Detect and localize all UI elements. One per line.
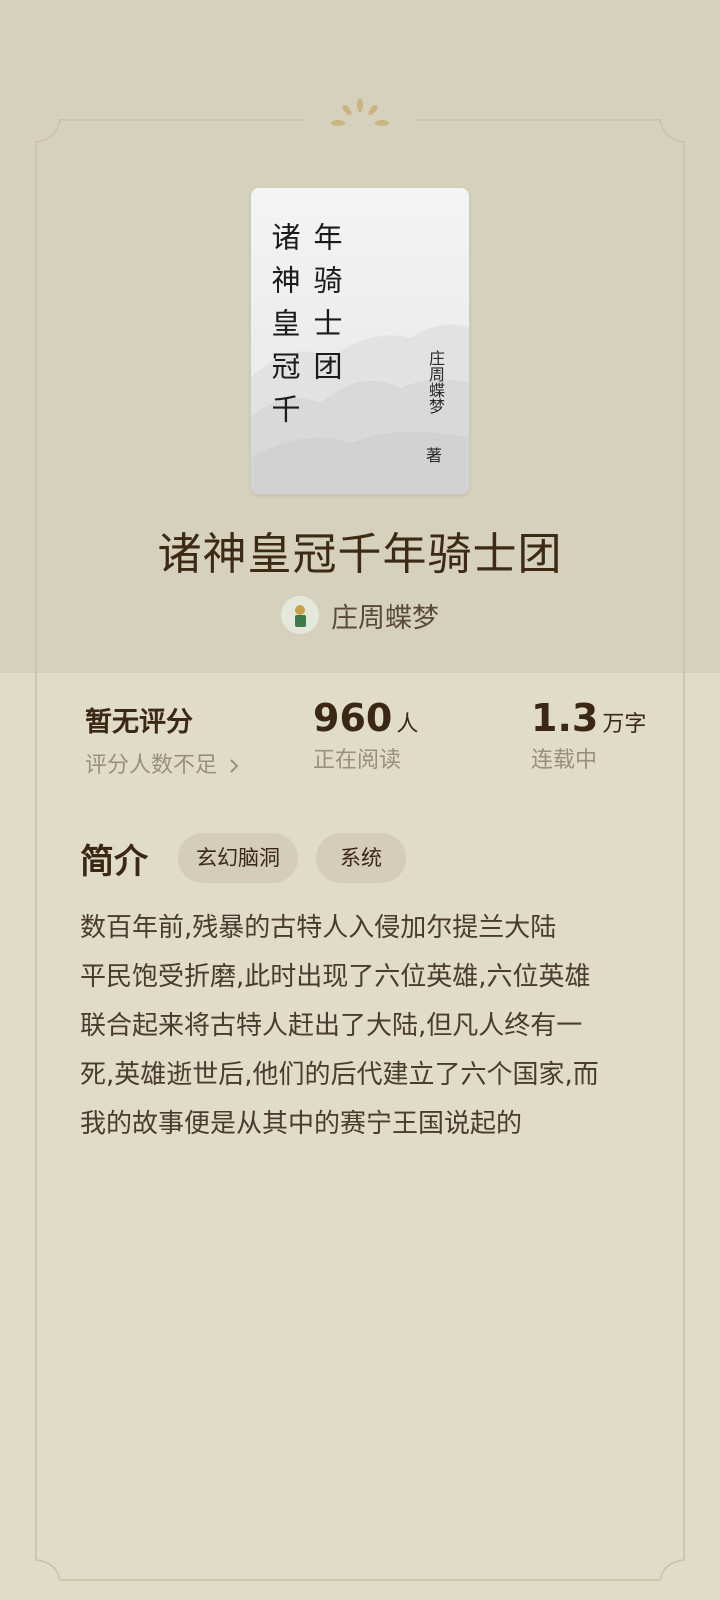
cover-author: 庄周蝶梦 bbox=[426, 350, 445, 414]
rating-sub-text: 评分人数不足 bbox=[85, 753, 218, 778]
rating-sub: 评分人数不足 bbox=[85, 747, 240, 779]
avatar-image-icon bbox=[281, 596, 319, 634]
description-line: 我的故事便是从其中的赛宁王国说起的 bbox=[80, 1109, 523, 1139]
book-description: 数百年前,残暴的古特人入侵加尔提兰大陆 平民饱受折磨,此时出现了六位英雄,六位英… bbox=[80, 904, 650, 1149]
readers-stat: 960 人 正在阅读 bbox=[313, 696, 418, 774]
chevron-right-icon bbox=[230, 759, 239, 773]
words-unit: 万字 bbox=[602, 712, 647, 737]
author-name: 庄周蝶梦 bbox=[331, 602, 439, 634]
description-line: 平民饱受折磨,此时出现了六位英雄,六位英雄 bbox=[80, 962, 591, 992]
words-value: 1.3 bbox=[531, 696, 599, 740]
author-avatar[interactable] bbox=[281, 596, 319, 634]
book-title: 诸神皇冠千年骑士团 bbox=[157, 529, 563, 580]
cover-author-suffix: 著 bbox=[425, 446, 442, 465]
tag-chip[interactable]: 系统 bbox=[316, 833, 406, 883]
description-line: 死,英雄逝世后,他们的后代建立了六个国家,而 bbox=[80, 1060, 599, 1090]
description-line: 联合起来将古特人赶出了大陆,但凡人终有一 bbox=[80, 1011, 583, 1041]
cover-title-column-2: 年骑士团 bbox=[309, 222, 343, 394]
tag-chip[interactable]: 玄幻脑洞 bbox=[178, 833, 298, 883]
readers-unit: 人 bbox=[396, 712, 419, 737]
cover-title-column-1: 诸神皇冠千 bbox=[267, 222, 301, 437]
rating-stat[interactable]: 暂无评分 评分人数不足 bbox=[85, 700, 240, 779]
readers-value: 960 bbox=[313, 696, 393, 740]
words-stat: 1.3 万字 连载中 bbox=[531, 696, 646, 774]
description-line: 数百年前,残暴的古特人入侵加尔提兰大陆 bbox=[80, 913, 557, 943]
author-row[interactable]: 庄周蝶梦 bbox=[0, 594, 720, 636]
sun-ornament-icon bbox=[331, 98, 389, 126]
readers-sub: 正在阅读 bbox=[313, 748, 402, 773]
intro-header: 简介 玄幻脑洞 系统 bbox=[80, 833, 424, 883]
intro-title: 简介 bbox=[80, 841, 148, 882]
book-cover[interactable]: 诸神皇冠千 年骑士团 庄周蝶梦 著 bbox=[251, 188, 469, 494]
rating-label: 暂无评分 bbox=[85, 707, 193, 738]
words-sub: 连载中 bbox=[531, 748, 598, 773]
